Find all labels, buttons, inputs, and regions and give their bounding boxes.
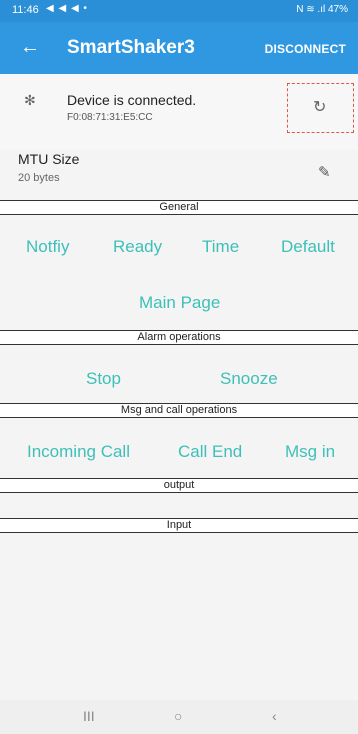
status-system-icons: N ≋ .ıl 47% (296, 4, 348, 15)
connection-row: ✻ Device is connected. F0:08:71:31:E5:CC… (0, 74, 358, 150)
home-button[interactable]: ○ (174, 708, 182, 724)
default-button[interactable]: Default (281, 237, 335, 257)
android-nav-bar: III ○ ‹ (0, 700, 358, 734)
stop-button[interactable]: Stop (86, 369, 121, 389)
status-time: 11:46 (12, 4, 39, 16)
mtu-label: MTU Size (18, 151, 80, 167)
section-output: output (0, 478, 358, 493)
time-button[interactable]: Time (202, 237, 239, 257)
call-end-button[interactable]: Call End (178, 442, 242, 462)
refresh-icon: ↻ (313, 99, 327, 116)
status-bar: 11:46 ◀ ◀ ◀ • N ≋ .ıl 47% (0, 0, 358, 22)
notify-button[interactable]: Notfiy (26, 237, 69, 257)
device-mac-address: F0:08:71:31:E5:CC (67, 112, 153, 123)
section-general: General (0, 200, 358, 215)
incoming-call-button[interactable]: Incoming Call (27, 442, 130, 462)
bluetooth-icon: ✻ (24, 92, 36, 108)
edit-pencil-icon[interactable]: ✎ (318, 163, 331, 181)
connection-status: Device is connected. (67, 92, 197, 108)
section-input: Input (0, 518, 358, 533)
page-title: SmartShaker3 (67, 37, 195, 58)
mtu-value: 20 bytes (18, 172, 60, 184)
snooze-button[interactable]: Snooze (220, 369, 278, 389)
refresh-button[interactable]: ↻ (287, 83, 354, 133)
msg-in-button[interactable]: Msg in (285, 442, 335, 462)
mtu-row: MTU Size 20 bytes ✎ (0, 150, 358, 198)
main-page-button[interactable]: Main Page (139, 293, 220, 313)
recents-button[interactable]: III (83, 708, 95, 724)
section-alarm-operations: Alarm operations (0, 330, 358, 345)
disconnect-button[interactable]: DISCONNECT (265, 42, 346, 56)
notification-icons: ◀ ◀ ◀ • (46, 3, 88, 14)
back-arrow-icon[interactable]: ← (20, 35, 40, 59)
nav-back-button[interactable]: ‹ (272, 708, 277, 724)
app-bar: ← SmartShaker3 DISCONNECT (0, 22, 358, 74)
section-msg-call-operations: Msg and call operations (0, 403, 358, 418)
ready-button[interactable]: Ready (113, 237, 162, 257)
